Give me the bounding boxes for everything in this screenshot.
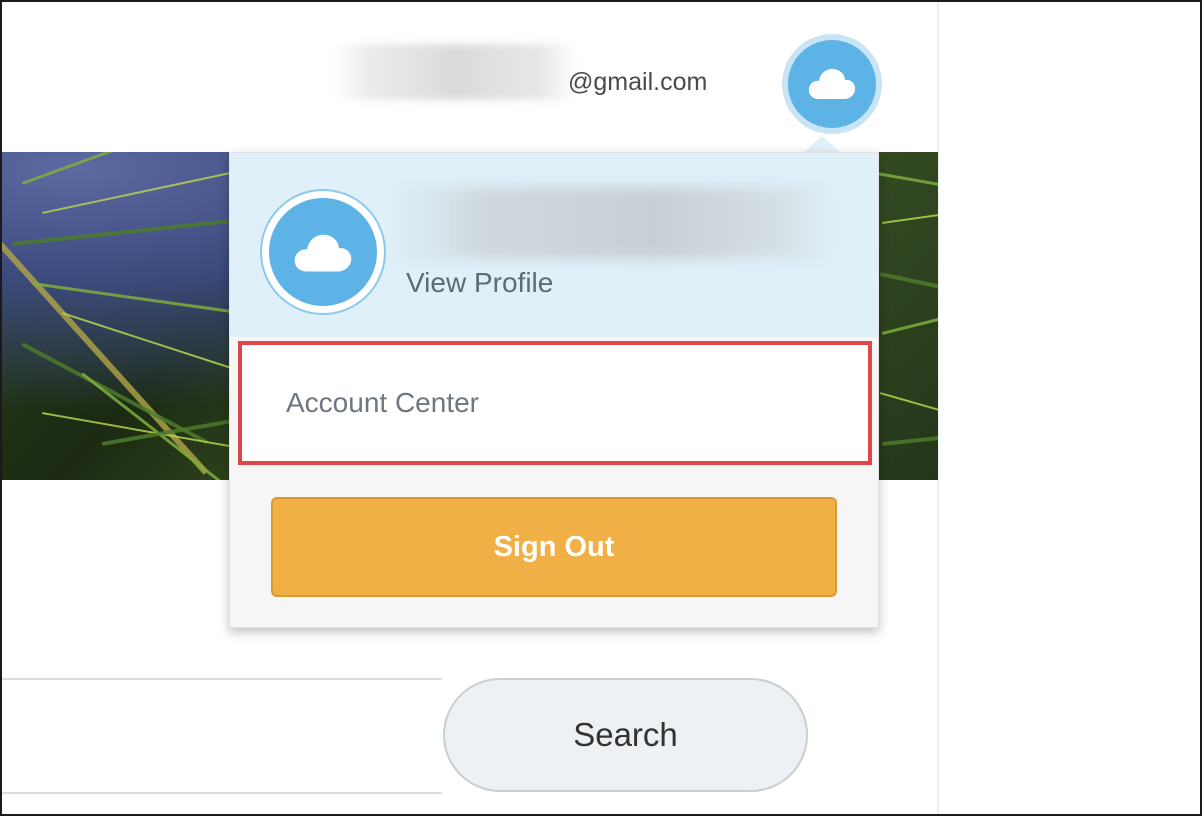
menu-profile-header: View Profile: [230, 153, 878, 337]
account-avatar-button[interactable]: [782, 34, 882, 134]
cloud-icon: [808, 68, 856, 99]
palm-leaf: [879, 392, 938, 414]
user-email: @gmail.com: [568, 68, 708, 96]
palm-leaf: [876, 172, 938, 189]
view-profile-link[interactable]: View Profile: [406, 267, 553, 299]
palm-leaf: [41, 166, 258, 214]
email-username-redacted: [332, 44, 577, 100]
palm-leaf: [881, 315, 938, 335]
palm-leaf: [11, 217, 241, 246]
sign-out-button[interactable]: Sign Out: [271, 497, 837, 597]
search-button[interactable]: Search: [443, 678, 808, 792]
search-input-border-bottom: [2, 792, 442, 794]
cloud-icon: [294, 234, 352, 272]
user-name-redacted: [392, 187, 832, 259]
palm-leaf: [881, 212, 938, 224]
profile-avatar[interactable]: [260, 189, 386, 315]
search-input-border-top: [2, 678, 442, 680]
palm-stem: [2, 232, 209, 475]
palm-leaf: [881, 434, 938, 446]
palm-leaf: [879, 272, 938, 291]
palm-leaf: [21, 152, 211, 185]
app-frame: @gmail.com Search View Profile Account C…: [0, 0, 1202, 816]
avatar-circle: [269, 198, 377, 306]
avatar-circle: [788, 40, 876, 128]
account-center-menu-item[interactable]: Account Center: [238, 341, 872, 465]
account-dropdown-menu: View Profile Account Center Sign Out: [229, 152, 879, 628]
